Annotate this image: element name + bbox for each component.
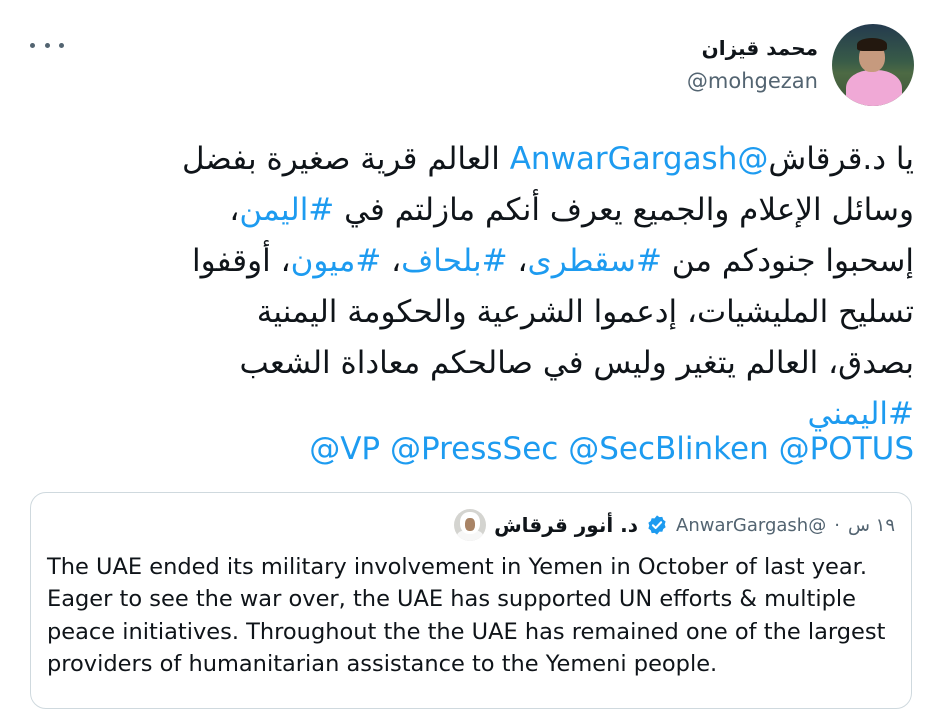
author-avatar[interactable] (832, 24, 914, 106)
quoted-tweet-text: The UAE ended its military involvement i… (47, 554, 886, 677)
hashtag-link[interactable]: #بلحاف (401, 243, 507, 279)
mention-link[interactable]: @AnwarGargash (510, 141, 769, 177)
verified-badge-icon (648, 515, 666, 535)
mention-link[interactable]: @POTUS (779, 431, 914, 467)
quoted-timestamp: ١٩ س (847, 514, 895, 536)
mention-link[interactable]: @PressSec (390, 431, 558, 467)
quoted-tweet-card[interactable]: د. أنور قرقاش @AnwarGargash · ١٩ س The U… (30, 492, 912, 709)
quoted-author-handle: @AnwarGargash (676, 514, 827, 536)
more-dot-icon (59, 42, 64, 48)
tweet-author: محمد قيزان @mohgezan (687, 24, 914, 106)
mention-link[interactable]: @SecBlinken (568, 431, 769, 467)
author-handle[interactable]: @mohgezan (687, 67, 818, 95)
more-dot-icon (44, 42, 50, 48)
mention-link[interactable]: @VP (309, 431, 380, 467)
quoted-author-avatar (454, 509, 487, 541)
quoted-tweet-header: د. أنور قرقاش @AnwarGargash · ١٩ س (454, 509, 895, 541)
hashtag-link[interactable]: #اليمن (239, 192, 334, 228)
tweet-text-segment: ، (381, 243, 402, 279)
tweet-text: يا د.قرقاش@AnwarGargash العالم قرية صغير… (34, 134, 914, 440)
tweet-mentions: @POTUS @SecBlinken @PressSec @VP (34, 424, 914, 475)
quoted-separator: · (834, 514, 840, 536)
tweet-text-segment: ، (507, 243, 528, 279)
hashtag-link[interactable]: #سقطرى (527, 243, 661, 279)
quoted-author-name: د. أنور قرقاش (494, 513, 639, 537)
more-options-button[interactable] (30, 34, 64, 56)
hashtag-link[interactable]: #ميون (291, 243, 382, 279)
more-dot-icon (30, 42, 35, 48)
author-display-name[interactable]: محمد قيزان (687, 35, 818, 61)
tweet-text-segment: يا د.قرقاش (768, 141, 914, 177)
